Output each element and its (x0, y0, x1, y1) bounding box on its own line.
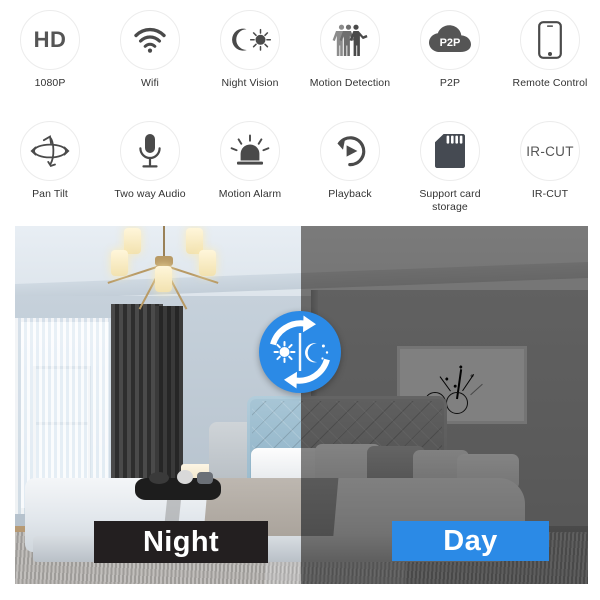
feature-item-wifi[interactable]: Wifi (100, 10, 200, 90)
product-feature-page: HD 1080P Wifi Night Vision Motion Detect… (0, 0, 600, 600)
motion-detection-icon (320, 10, 380, 70)
feature-item-playback[interactable]: Playback (300, 121, 400, 201)
night-label-text: Night (142, 525, 220, 558)
p2p-cloud-icon: P2P (420, 10, 480, 70)
feature-label-wifi: Wifi (141, 77, 159, 89)
day-label-banner: Day (392, 521, 549, 561)
wifi-icon (120, 10, 180, 70)
feature-label-motion-detection: Motion Detection (309, 77, 391, 89)
microphone-icon (120, 121, 180, 181)
playback-replay-icon (320, 121, 380, 181)
feature-row-1: HD 1080P Wifi Night Vision Motion Detect… (0, 0, 600, 111)
sd-card-icon (420, 121, 480, 181)
feature-label-p2p: P2P (439, 77, 461, 89)
alarm-siren-icon (220, 121, 280, 181)
feature-label-remote-control: Remote Control (512, 77, 588, 89)
feature-label-1080p: 1080P (34, 77, 66, 89)
night-vision-icon (220, 10, 280, 70)
feature-label-support-card-storage: Playback (328, 188, 372, 200)
hd-icon: HD (20, 10, 80, 70)
svg-text:P2P: P2P (440, 37, 461, 49)
feature-label-night-vision: Night Vision (221, 77, 279, 89)
pan-tilt-icon (20, 121, 80, 181)
feature-item-remote-control[interactable]: Remote Control (500, 10, 600, 90)
feature-icon-grid: HD 1080P Wifi Night Vision Motion Detect… (0, 0, 600, 222)
feature-item-card-storage[interactable]: Support card storage (400, 121, 500, 214)
feature-row-2: Pan Tilt Two way Audio Motion Alarm Play… (0, 111, 600, 222)
feature-item-1080p[interactable]: HD 1080P (0, 10, 100, 90)
feature-label-motion-alarm: Motion Alarm (218, 188, 282, 200)
feature-label-ir-cut: IR-CUT (531, 188, 569, 200)
feature-label-card-storage: Support card storage (419, 188, 481, 214)
feature-item-p2p[interactable]: P2P P2P (400, 10, 500, 90)
smartphone-icon (520, 10, 580, 70)
hd-icon-glyph: HD (33, 27, 67, 52)
feature-item-two-way-audio[interactable]: Two way Audio (100, 121, 200, 201)
ir-cut-icon: IR-CUT (520, 121, 580, 181)
feature-item-motion-detection[interactable]: Motion Detection (300, 10, 400, 90)
feature-label-two-way-audio: Two way Audio (114, 188, 186, 200)
feature-item-pan-tilt[interactable]: Pan Tilt (0, 121, 100, 201)
ir-cut-icon-glyph: IR-CUT (526, 143, 574, 159)
day-label-text: Day (443, 524, 498, 557)
day-night-switch-icon (259, 311, 341, 393)
feature-label-pan-tilt: Pan Tilt (32, 188, 68, 200)
night-label-banner: Night (94, 521, 268, 563)
feature-item-motion-alarm[interactable]: Motion Alarm (200, 121, 300, 201)
feature-item-night-vision[interactable]: Night Vision (200, 10, 300, 90)
feature-item-ir-cut[interactable]: IR-CUT IR-CUT (500, 121, 600, 201)
